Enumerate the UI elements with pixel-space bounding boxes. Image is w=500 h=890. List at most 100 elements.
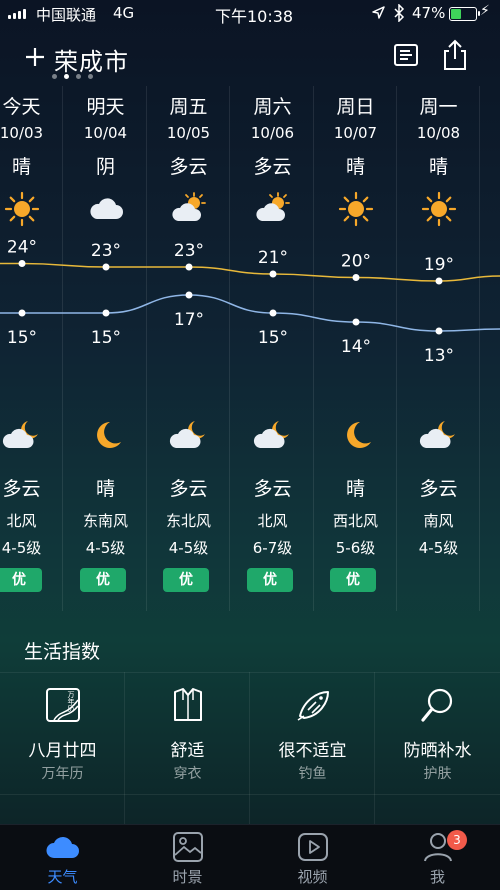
- page-dot: [88, 74, 93, 79]
- tab-person[interactable]: 我3: [375, 825, 500, 890]
- tab-play[interactable]: 视频: [250, 825, 375, 890]
- wind-level: 4-5级: [418, 539, 459, 557]
- network-type: 4G: [113, 4, 135, 22]
- page-dot: [76, 74, 81, 79]
- forecast-day-column[interactable]: 周六 10/06 多云 多云 北风 6-7级优: [231, 86, 314, 611]
- date-label: 10/05: [166, 124, 211, 142]
- tab-label: 时景: [172, 868, 203, 886]
- wind-direction: 南风: [423, 512, 454, 530]
- aqi-badge: 优: [247, 568, 293, 592]
- day-weather: 多云: [253, 156, 292, 178]
- wind-direction: 北风: [257, 512, 288, 530]
- aqi-badge: 优: [80, 568, 126, 592]
- night-weather: 多云: [253, 478, 292, 500]
- battery-icon: [449, 7, 480, 21]
- moon-icon: [86, 416, 126, 456]
- tab-label: 视频: [297, 868, 328, 886]
- status-bar: 中国联通 4G 下午10:38 47% ⚡: [0, 0, 500, 28]
- page-indicator: [52, 74, 93, 79]
- wind-direction: 北风: [6, 512, 37, 530]
- wind-direction: 东南风: [82, 512, 128, 530]
- day-weather: 晴: [345, 156, 365, 178]
- day-label: 周日: [336, 96, 375, 118]
- cloud-moon-icon: [169, 416, 209, 456]
- tab-label: 我: [429, 868, 445, 886]
- wind-direction: 东北风: [165, 512, 211, 530]
- cloud-sun-icon: [254, 190, 292, 228]
- plus-icon[interactable]: [24, 46, 46, 68]
- tab-photo[interactable]: 时景: [125, 825, 250, 890]
- calendar-icon: 万年历: [44, 686, 82, 724]
- sun-icon: [3, 190, 41, 228]
- tab-bar: 天气 时景 视频 我 3: [0, 824, 500, 890]
- date-label: 10/07: [333, 124, 378, 142]
- photo-icon: [171, 831, 205, 863]
- aqi-badge: 优: [0, 568, 42, 592]
- tab-label: 天气: [47, 868, 78, 886]
- share-icon[interactable]: [440, 38, 470, 72]
- battery-percent: 47%: [412, 4, 446, 22]
- forecast-day-column[interactable]: 周一 10/08 晴多云南风 4-5级: [397, 86, 480, 611]
- life-index-value: 舒适: [170, 741, 205, 761]
- day-label: 周六: [253, 96, 292, 118]
- clock: 下午10:38: [215, 7, 294, 26]
- wind-level: 5-6级: [335, 539, 376, 557]
- date-label: 10/04: [83, 124, 128, 142]
- night-weather: 晴: [95, 478, 115, 500]
- forecast-day-column[interactable]: 周五 10/05 多云 多云 东北风 4-5级优: [147, 86, 230, 611]
- night-weather: 多云: [169, 478, 208, 500]
- date-label: 10/06: [250, 124, 295, 142]
- life-index-label: 万年历: [41, 766, 84, 782]
- wind-level: 4-5级: [1, 539, 42, 557]
- life-index-grid: 万年历 八月廿四 万年历 舒适 穿衣 很不适宜 钓鱼 防晒补水 护肤: [0, 672, 500, 824]
- wind-direction: 西北风: [332, 512, 378, 530]
- cloud-icon: [87, 190, 125, 228]
- date-label: 10/08: [416, 124, 461, 142]
- day-weather: 多云: [169, 156, 208, 178]
- cloud-sun-icon: [170, 190, 208, 228]
- night-weather: 多云: [2, 478, 41, 500]
- life-index-value: 八月廿四: [28, 741, 97, 761]
- life-index-value: 防晒补水: [403, 741, 472, 761]
- forecast-day-column[interactable]: 明天 10/04 阴晴东南风 4-5级优: [64, 86, 147, 611]
- aqi-badge: 优: [163, 568, 209, 592]
- night-weather: 多云: [419, 478, 458, 500]
- sun-icon: [420, 190, 458, 228]
- life-index-value: 很不适宜: [278, 741, 347, 761]
- shirt-icon: [169, 686, 207, 724]
- wind-level: 4-5级: [168, 539, 209, 557]
- day-weather: 晴: [428, 156, 448, 178]
- play-icon: [296, 831, 330, 863]
- location-arrow-icon: [372, 6, 385, 19]
- bluetooth-icon: [394, 4, 405, 22]
- day-label: 明天: [86, 96, 125, 118]
- aqi-badge: 优: [330, 568, 376, 592]
- life-index-item[interactable]: 万年历 八月廿四 万年历: [0, 672, 125, 824]
- forecast-day-column[interactable]: 周日 10/07 晴晴西北风 5-6级优: [314, 86, 397, 611]
- cloud-tab-icon: [46, 831, 80, 863]
- life-index-item[interactable]: 很不适宜 钓鱼: [250, 672, 375, 824]
- wind-level: 4-5级: [85, 539, 126, 557]
- night-weather: 晴: [345, 478, 365, 500]
- date-label: 10/03: [0, 124, 44, 142]
- list-icon[interactable]: [394, 44, 418, 66]
- day-label: 周一: [419, 96, 458, 118]
- life-index-item[interactable]: 舒适 穿衣: [125, 672, 250, 824]
- wind-level: 6-7级: [252, 539, 293, 557]
- life-index-item[interactable]: 防晒补水 护肤: [375, 672, 500, 794]
- page-dot: [64, 74, 69, 79]
- day-weather: 阴: [95, 156, 115, 178]
- day-weather: 晴: [11, 156, 31, 178]
- day-label: 今天: [2, 96, 41, 118]
- city-name[interactable]: 荣成市: [54, 42, 129, 77]
- sun-icon: [337, 190, 375, 228]
- tab-cloud-tab[interactable]: 天气: [0, 825, 125, 890]
- carrier-name: 中国联通: [36, 6, 97, 24]
- life-index-title: 生活指数: [24, 641, 101, 663]
- forecast-day-column[interactable]: 今天 10/03 晴多云北风 4-5级优: [0, 86, 63, 611]
- magnifier-icon: [419, 686, 457, 724]
- life-index-label: 穿衣: [173, 766, 202, 782]
- life-index-label: 护肤: [423, 766, 452, 782]
- fish-icon: [294, 686, 332, 724]
- charging-icon: ⚡: [480, 3, 490, 19]
